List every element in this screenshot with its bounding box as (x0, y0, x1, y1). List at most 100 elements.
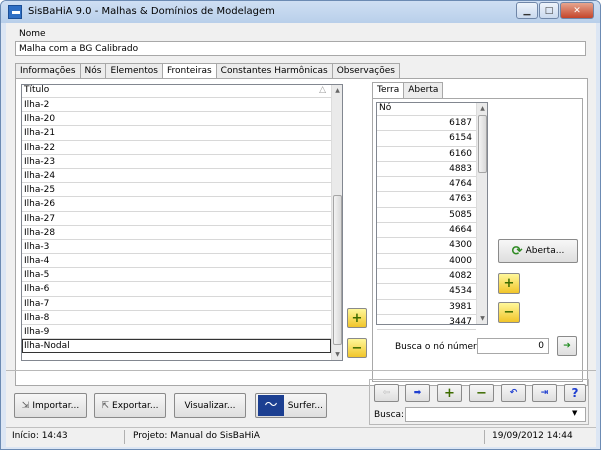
list-item[interactable]: Ilha-22 (22, 141, 331, 155)
title-bar[interactable]: SisBaHiA 9.0 - Malhas & Domínios de Mode… (1, 1, 600, 23)
list-item[interactable]: Ilha-21 (22, 126, 331, 141)
nav-exit-button[interactable]: ⇥ (532, 384, 557, 402)
list-item[interactable]: 4000 (377, 254, 476, 269)
aberta-button[interactable]: ⟳ Aberta... (498, 239, 578, 263)
surfer-label: Surfer... (287, 400, 323, 411)
nav-remove-button[interactable]: − (469, 384, 494, 402)
list-item[interactable]: Ilha-25 (22, 183, 331, 198)
minus-icon: − (503, 305, 515, 320)
importar-button[interactable]: ⇲ Importar... (14, 393, 87, 418)
list-item[interactable]: 4664 (377, 223, 476, 239)
add-no-button[interactable]: + (498, 273, 520, 294)
scroll-up-icon[interactable]: ▲ (332, 85, 343, 96)
list-item[interactable]: 4534 (377, 284, 476, 300)
status-bar: Início: 14:43 Projeto: Manual do SisBaHi… (6, 427, 596, 446)
aberta-button-label: Aberta... (525, 246, 565, 256)
tab-observacoes[interactable]: Observações (331, 63, 400, 79)
main-tabs: Informações Nós Elementos Fronteiras Con… (15, 63, 400, 80)
list-item[interactable]: 3447 (377, 315, 476, 331)
busca-no-input[interactable]: 0 (477, 338, 549, 354)
status-divider (124, 430, 125, 444)
plus-icon: + (351, 310, 363, 326)
surfer-button[interactable]: 〜 Surfer... (255, 393, 327, 418)
list-item[interactable]: Ilha-9 (22, 325, 331, 340)
list-item[interactable]: 4763 (377, 192, 476, 208)
chevron-down-icon[interactable]: ▼ (572, 409, 577, 417)
list-item[interactable]: Ilha-20 (22, 112, 331, 127)
list-item[interactable]: 6154 (377, 131, 476, 147)
titulo-scrollbar[interactable]: ▲ ▼ (331, 85, 342, 360)
go-search-button[interactable]: ➔ (557, 336, 577, 356)
status-datetime: 19/09/2012 14:44 (492, 431, 573, 441)
status-divider (484, 430, 485, 444)
titulo-column-header[interactable]: Título △ (22, 85, 332, 98)
separator (6, 370, 596, 371)
list-item-selected[interactable]: Ilha-Nodal (22, 339, 331, 354)
list-item[interactable]: 4764 (377, 177, 476, 193)
exportar-button[interactable]: ⇱ Exportar... (94, 393, 166, 418)
list-item[interactable]: Ilha-3 (22, 240, 331, 255)
list-item[interactable]: Ilha-5 (22, 268, 331, 283)
list-item[interactable]: 4300 (377, 238, 476, 254)
no-scrollbar[interactable]: ▲ ▼ (476, 103, 487, 324)
close-button[interactable]: ✕ (560, 2, 594, 19)
minimize-button[interactable]: ▁ (516, 2, 538, 19)
add-fronteira-button[interactable]: + (347, 308, 367, 328)
scroll-up-icon[interactable]: ▲ (477, 103, 488, 114)
titulo-header-label: Título (24, 85, 50, 95)
list-item[interactable]: Ilha-4 (22, 254, 331, 269)
main-window: SisBaHiA 9.0 - Malhas & Domínios de Mode… (0, 0, 601, 450)
no-column-header[interactable]: Nó (377, 103, 476, 116)
nav-forward-button[interactable]: ➡ (405, 384, 430, 402)
scroll-down-icon[interactable]: ▼ (477, 313, 488, 324)
remove-fronteira-button[interactable]: − (347, 338, 367, 358)
tab-constantes-harmonicas[interactable]: Constantes Harmônicas (215, 63, 333, 79)
list-item[interactable]: Ilha-26 (22, 197, 331, 212)
sort-ascending-icon: △ (319, 85, 326, 95)
runner-icon: ➔ (563, 341, 571, 351)
list-item[interactable]: Ilha-24 (22, 169, 331, 184)
exportar-label: Exportar... (112, 400, 159, 411)
list-item[interactable]: 6160 (377, 147, 476, 162)
list-item[interactable]: Ilha-6 (22, 282, 331, 297)
list-item[interactable]: Ilha-27 (22, 212, 331, 226)
busca-select[interactable] (405, 407, 586, 422)
no-rows: 6187 6154 6160 4883 4764 4763 5085 4664 … (377, 116, 476, 331)
visualizar-button[interactable]: Visualizar... (174, 393, 246, 418)
nome-input[interactable]: Malha com a BG Calibrado (15, 41, 586, 56)
scroll-thumb[interactable] (333, 195, 342, 345)
list-item[interactable]: Ilha-28 (22, 226, 331, 240)
scroll-down-icon[interactable]: ▼ (332, 349, 343, 360)
list-item[interactable]: 5085 (377, 208, 476, 224)
list-item[interactable]: Ilha-7 (22, 297, 331, 311)
list-item[interactable]: 6187 (377, 116, 476, 132)
help-button[interactable]: ? (564, 384, 586, 402)
tab-terra[interactable]: Terra (372, 82, 405, 99)
tab-nos[interactable]: Nós (79, 63, 107, 79)
list-item[interactable]: 4883 (377, 162, 476, 178)
list-item[interactable]: Ilha-2 (22, 98, 331, 113)
list-item[interactable]: 4082 (377, 269, 476, 285)
nav-undo-button[interactable]: ↶ (501, 384, 526, 402)
tab-aberta[interactable]: Aberta (403, 82, 444, 98)
maximize-button[interactable]: □ (539, 2, 559, 19)
busca-label: Busca: (374, 410, 405, 420)
scroll-thumb[interactable] (478, 115, 487, 173)
minus-icon: − (351, 340, 363, 356)
titulo-grid: Título △ Ilha-2 Ilha-20 Ilha-21 Ilha-22 … (21, 84, 343, 361)
list-item[interactable]: Ilha-8 (22, 311, 331, 325)
list-item[interactable]: 3981 (377, 300, 476, 315)
tab-informacoes[interactable]: Informações (15, 63, 81, 79)
no-grid: Nó 6187 6154 6160 4883 4764 4763 5085 46… (376, 102, 488, 331)
arrow-right-icon: ➡ (413, 388, 422, 398)
nav-add-button[interactable]: + (437, 384, 462, 402)
tab-elementos[interactable]: Elementos (105, 63, 163, 79)
refresh-icon: ⟳ (511, 243, 523, 259)
arrow-left-icon: ⇦ (382, 388, 391, 398)
plus-icon: + (444, 385, 455, 401)
nav-back-button[interactable]: ⇦ (374, 384, 399, 402)
import-icon: ⇲ (21, 400, 30, 411)
titulo-rows: Ilha-2 Ilha-20 Ilha-21 Ilha-22 Ilha-23 I… (22, 98, 331, 354)
remove-no-button[interactable]: − (498, 302, 520, 323)
list-item[interactable]: Ilha-23 (22, 155, 331, 169)
